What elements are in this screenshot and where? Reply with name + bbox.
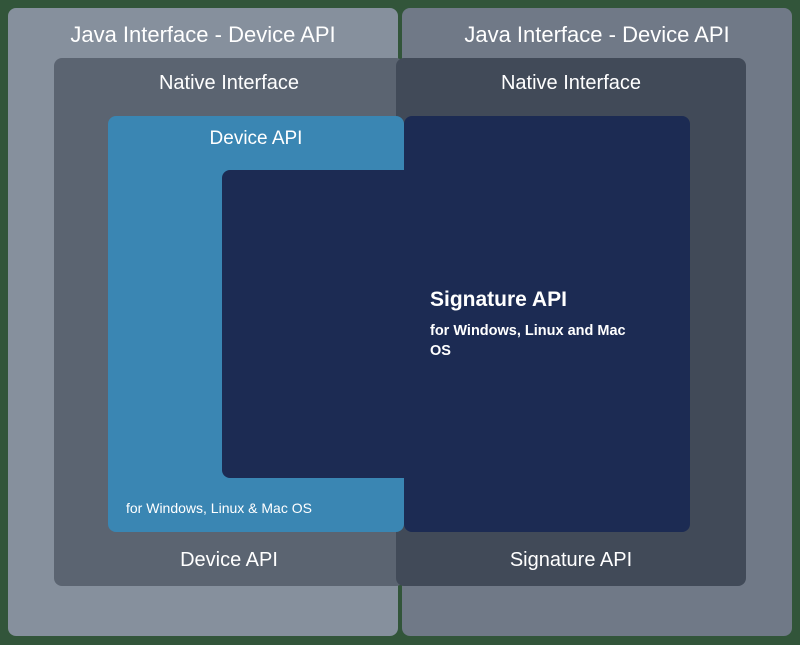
native-signature-api-label: Signature API [396, 549, 746, 572]
signature-api-title: Signature API [430, 288, 567, 312]
signature-api-subtitle: for Windows, Linux and Mac OS [430, 322, 650, 361]
native-interface-left-label: Native Interface [54, 72, 404, 95]
device-api-title: Device API [108, 128, 404, 150]
signature-api-box: Signature API for Windows, Linux and Mac… [404, 116, 690, 532]
java-interface-right-label: Java Interface - Device API [402, 22, 792, 48]
native-device-api-label: Device API [54, 549, 404, 572]
java-interface-left-label: Java Interface - Device API [8, 22, 398, 48]
native-interface-right-label: Native Interface [396, 72, 746, 95]
signature-overlap-notch [222, 170, 408, 478]
device-api-subtitle: for Windows, Linux & Mac OS [126, 500, 422, 516]
